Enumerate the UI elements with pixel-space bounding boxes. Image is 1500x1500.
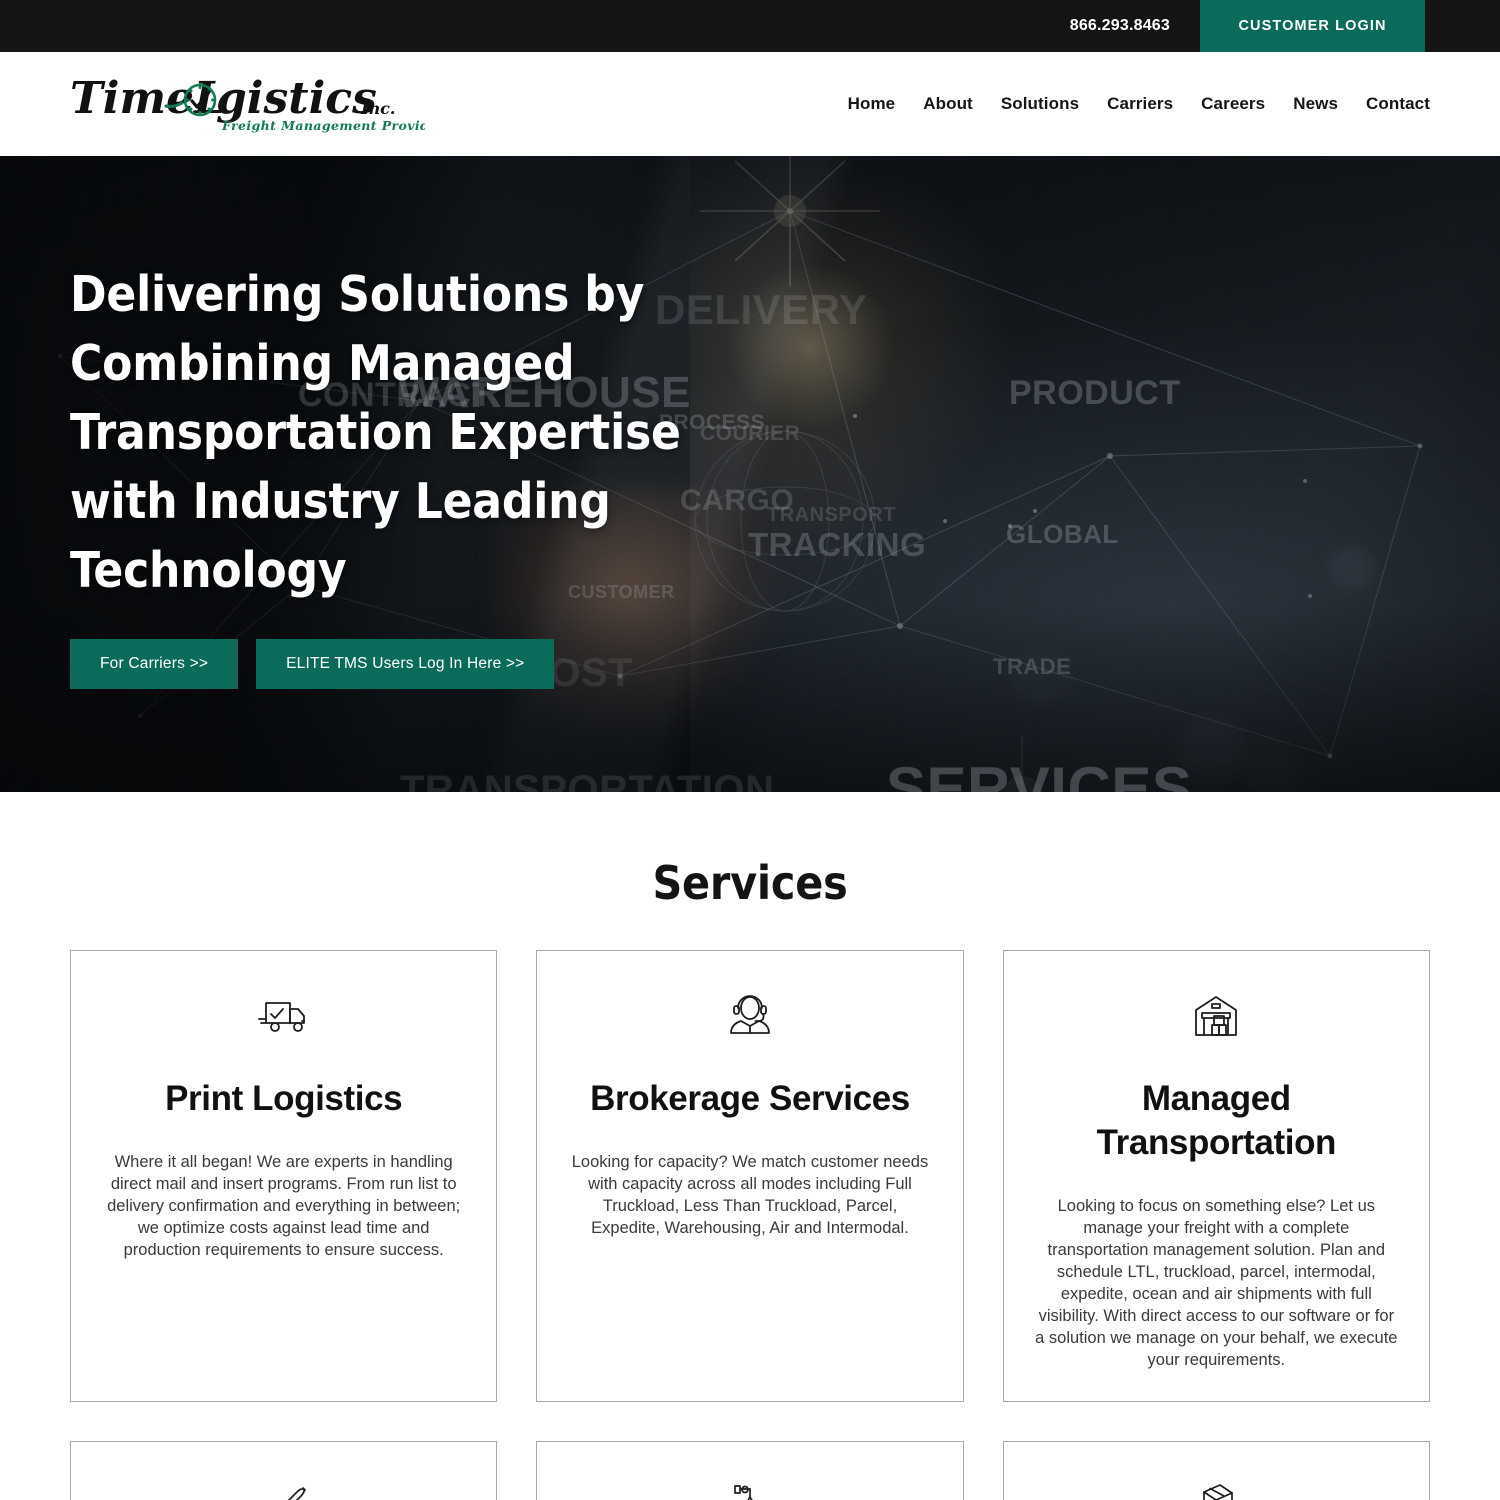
delivery-truck-check-icon [101,989,466,1043]
hero-button-group: For Carriers >> ELITE TMS Users Log In H… [70,638,710,689]
hero-title: Delivering Solutions by Combining Manage… [70,265,681,599]
services-card-grid-row2 [70,1441,1430,1500]
crane-loading-icon [567,1480,932,1500]
service-card-air-freight[interactable] [70,1441,498,1500]
hero-section: DELIVERY CONTRACT WAREHOUSE PROCESS COUR… [0,156,1500,792]
nav-item-home[interactable]: Home [848,94,896,114]
package-box-icon [1034,1480,1399,1500]
svg-text:TimeL: TimeL [70,73,225,124]
services-heading: Services [652,856,848,910]
services-section: Services Print Logistics Where it all be… [0,792,1500,1500]
svg-text:gistics: gistics [216,73,377,124]
services-card-grid: Print Logistics Where it all began! We a… [70,950,1430,1402]
svg-text:Freight Management Provider: Freight Management Provider [221,118,425,133]
site-logo[interactable]: TimeL gistics Inc. Freight Management Pr… [70,73,425,135]
headset-agent-icon [567,989,932,1043]
service-card-body: Looking for capacity? We match customer … [571,1153,929,1237]
service-card-industrial[interactable] [536,1441,964,1500]
logo-graphic: TimeL gistics Inc. Freight Management Pr… [70,73,425,133]
service-card-brokerage-services[interactable]: Brokerage Services Looking for capacity?… [536,950,964,1402]
service-card-title: Managed Transportation [1096,1079,1337,1162]
service-card-title: Brokerage Services [590,1079,910,1118]
nav-item-carriers[interactable]: Carriers [1107,94,1173,114]
airplane-icon [101,1480,466,1500]
service-card-parcel[interactable] [1002,1441,1430,1500]
nav-item-about[interactable]: About [923,94,973,114]
site-header: TimeL gistics Inc. Freight Management Pr… [0,52,1500,156]
service-card-managed-transportation[interactable]: Managed Transportation Looking to focus … [1002,950,1430,1402]
nav-item-careers[interactable]: Careers [1201,94,1265,114]
elite-tms-login-button[interactable]: ELITE TMS Users Log In Here >> [256,638,555,689]
main-navigation: Home About Solutions Carriers Careers Ne… [848,94,1430,114]
warehouse-icon [1034,989,1399,1043]
for-carriers-button[interactable]: For Carriers >> [70,638,239,689]
service-card-print-logistics[interactable]: Print Logistics Where it all began! We a… [70,950,498,1402]
phone-link[interactable]: 866.293.8463 [1070,0,1200,52]
top-utility-bar: 866.293.8463 CUSTOMER LOGIN [0,0,1500,52]
nav-item-contact[interactable]: Contact [1366,94,1430,114]
svg-text:Inc.: Inc. [360,99,395,118]
nav-item-solutions[interactable]: Solutions [1001,94,1079,114]
nav-item-news[interactable]: News [1293,94,1338,114]
customer-login-button[interactable]: CUSTOMER LOGIN [1200,0,1425,52]
service-card-title: Print Logistics [165,1079,403,1118]
service-card-body: Looking to focus on something else? Let … [1035,1197,1398,1369]
service-card-body: Where it all began! We are experts in ha… [107,1153,461,1259]
